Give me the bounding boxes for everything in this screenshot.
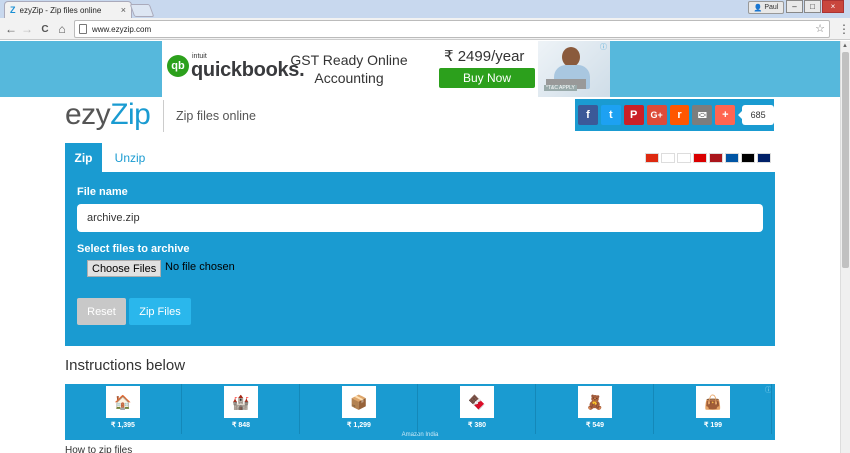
browser-tab[interactable]: Z ezyZip - Zip files online × <box>4 1 132 18</box>
product-tile[interactable]: 🍫 ₹ 380 <box>419 384 536 434</box>
language-flag-icon[interactable] <box>645 153 659 163</box>
ezyzip-logo[interactable]: ezyZip <box>65 98 151 132</box>
profile-name: Paul <box>764 4 779 11</box>
tab-close-icon[interactable]: × <box>121 5 126 15</box>
language-flag-icon[interactable] <box>757 153 771 163</box>
logo-text-zip: Zip <box>110 98 151 131</box>
language-flag-icon[interactable] <box>677 153 691 163</box>
language-flags <box>645 153 771 163</box>
product-image: 📦 <box>342 386 376 418</box>
product-image: 🏰 <box>224 386 258 418</box>
user-icon: 👤 <box>753 4 763 12</box>
scrollbar-thumb[interactable] <box>842 52 849 268</box>
tab-zip[interactable]: Zip <box>65 143 102 172</box>
reset-button[interactable]: Reset <box>77 298 126 325</box>
site-tagline: Zip files online <box>176 109 256 123</box>
how-to-zip-heading: How to zip files <box>65 445 133 453</box>
product-image: 🏠 <box>106 386 140 418</box>
instructions-heading: Instructions below <box>65 357 186 374</box>
scroll-up-arrow-icon[interactable]: ▲ <box>840 41 850 51</box>
product-price: ₹ 549 <box>585 422 605 429</box>
browser-menu-icon[interactable]: ⋮ <box>838 22 850 36</box>
share-bar: f t P G+ r ✉ + 685 <box>575 99 775 131</box>
forward-arrow-icon[interactable]: → <box>20 21 34 37</box>
product-tile[interactable]: 🏰 ₹ 848 <box>183 384 300 434</box>
maximize-button[interactable]: □ <box>804 0 821 13</box>
close-window-button[interactable]: × <box>822 0 844 13</box>
home-icon[interactable]: ⌂ <box>55 21 69 37</box>
address-bar[interactable]: www.ezyzip.com ☆ <box>74 20 830 38</box>
language-flag-icon[interactable] <box>741 153 755 163</box>
product-tile[interactable]: 🏠 ₹ 1,395 <box>65 384 182 434</box>
file-name-input[interactable] <box>77 204 763 232</box>
tab-title: ezyZip - Zip files online <box>19 5 102 15</box>
pinterest-icon[interactable]: P <box>623 105 644 125</box>
product-ad-strip: Amazon India ⓘ 🏠 ₹ 1,395 🏰 ₹ 848 📦 ₹ 1,299 🍫 ₹ … <box>65 384 775 440</box>
facebook-icon[interactable]: f <box>578 105 598 125</box>
ezyzip-favicon-icon: Z <box>10 5 16 15</box>
quickbooks-logo-icon: qb <box>167 55 189 77</box>
choose-files-button[interactable]: Choose Files <box>87 260 162 277</box>
file-name-label: File name <box>77 186 128 198</box>
email-icon[interactable]: ✉ <box>692 105 713 125</box>
language-flag-icon[interactable] <box>725 153 739 163</box>
product-image: 🧸 <box>578 386 612 418</box>
browser-toolbar: ← → C ⌂ www.ezyzip.com ☆ ⋮ <box>0 18 850 40</box>
google-plus-icon[interactable]: G+ <box>646 105 667 125</box>
reddit-icon[interactable]: r <box>669 105 690 125</box>
ad-terms: *T&C APPLY <box>544 85 577 91</box>
product-image: 👜 <box>696 386 730 418</box>
no-file-chosen-text: No file chosen <box>165 261 235 273</box>
zip-form-panel: File name Select files to archive Choose… <box>65 172 775 346</box>
header-divider <box>163 100 164 132</box>
ad-info-icon[interactable]: ⓘ <box>600 42 607 52</box>
twitter-icon[interactable]: t <box>600 105 621 125</box>
reload-icon[interactable]: C <box>38 21 52 37</box>
language-flag-icon[interactable] <box>661 153 675 163</box>
product-price: ₹ 1,299 <box>347 422 371 429</box>
back-arrow-icon[interactable]: ← <box>4 21 18 37</box>
browser-tab-strip: Z ezyZip - Zip files online × 👤 Paul – □… <box>0 0 850 18</box>
select-files-label: Select files to archive <box>77 243 190 255</box>
bookmark-star-icon[interactable]: ☆ <box>815 22 825 35</box>
new-tab-button[interactable] <box>129 4 155 17</box>
minimize-button[interactable]: – <box>786 0 803 13</box>
url-text: www.ezyzip.com <box>92 24 152 34</box>
tab-unzip[interactable]: Unzip <box>106 143 154 172</box>
language-flag-icon[interactable] <box>709 153 723 163</box>
ad-price: ₹ 2499/year <box>444 48 525 65</box>
ad-headline: GST Ready Online Accounting <box>290 52 408 86</box>
product-tile[interactable]: 🧸 ₹ 549 <box>537 384 654 434</box>
product-tile[interactable]: 👜 ₹ 199 <box>655 384 772 434</box>
zip-files-button[interactable]: Zip Files <box>129 298 191 325</box>
product-tile[interactable]: 📦 ₹ 1,299 <box>301 384 418 434</box>
logo-text-ezy: ezy <box>65 98 111 131</box>
product-price: ₹ 1,395 <box>111 422 135 429</box>
product-price: ₹ 848 <box>231 422 251 429</box>
page-icon <box>79 24 87 34</box>
ad-buy-now-button[interactable]: Buy Now <box>439 68 535 88</box>
profile-button[interactable]: 👤 Paul <box>748 1 784 14</box>
product-price: ₹ 380 <box>467 422 487 429</box>
language-flag-icon[interactable] <box>693 153 707 163</box>
product-image: 🍫 <box>460 386 494 418</box>
ad-brand: quickbooks. <box>191 59 305 81</box>
share-count: 685 <box>738 105 775 125</box>
more-share-icon[interactable]: + <box>715 105 736 125</box>
quickbooks-ad[interactable]: qb intuit quickbooks. GST Ready Online A… <box>162 41 610 97</box>
product-price: ₹ 199 <box>703 422 723 429</box>
